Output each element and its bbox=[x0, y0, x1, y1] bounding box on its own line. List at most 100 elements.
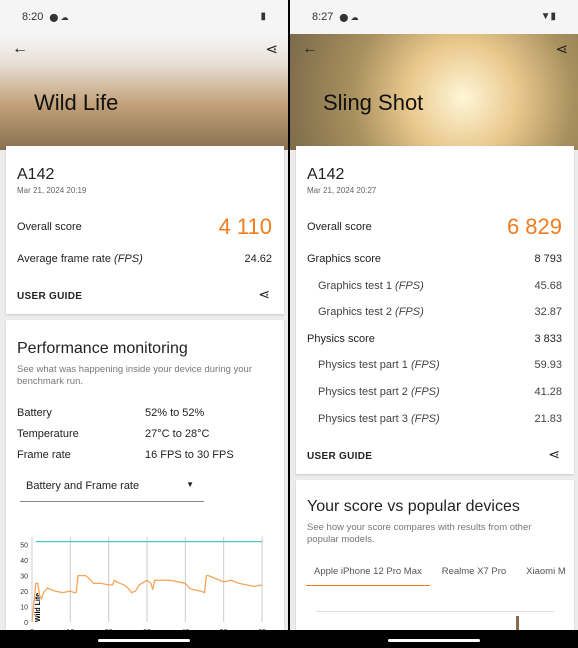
value: 3 833 bbox=[534, 332, 562, 345]
label: Physics test part 3 (FPS) bbox=[318, 413, 440, 425]
label-text: Graphics test 1 bbox=[318, 279, 392, 292]
device-tab[interactable]: Apple iPhone 12 Pro Max bbox=[306, 562, 430, 586]
device-name: A142 bbox=[17, 166, 55, 183]
battery-icon: ▮ bbox=[260, 11, 266, 22]
value: 21.83 bbox=[534, 412, 562, 425]
back-arrow-icon[interactable]: ← bbox=[302, 40, 318, 58]
value: 41.28 bbox=[534, 386, 562, 398]
score-row: Physics test part 1 (FPS) 59.93 bbox=[318, 359, 562, 371]
value: 45.68 bbox=[534, 279, 562, 292]
overall-score: 6 829 bbox=[506, 214, 562, 239]
test-date: Mar 21, 2024 20:27 bbox=[307, 186, 377, 195]
gridline bbox=[316, 611, 554, 612]
section-desc: See how your score compares with results… bbox=[307, 522, 532, 545]
score-row: Graphics test 1 (FPS) 45.68 bbox=[318, 280, 562, 292]
performance-chart: 010203040506001020304050Wild Life bbox=[20, 537, 266, 636]
y-tick-label: 50 bbox=[20, 543, 28, 550]
unit: (FPS) bbox=[410, 386, 440, 398]
perf-row: Frame rate 16 FPS to 30 FPS bbox=[17, 449, 272, 461]
overall-score-row: Overall score 6 829 bbox=[307, 214, 562, 240]
dropdown-value: Battery and Frame rate bbox=[26, 480, 140, 492]
label-text: Physics test part 1 bbox=[318, 359, 408, 372]
label-text: Graphics test 2 bbox=[318, 306, 392, 319]
value: 8 793 bbox=[534, 253, 562, 265]
label: Physics score bbox=[307, 333, 375, 345]
share-icon[interactable]: ⋖ bbox=[548, 446, 560, 463]
value: 16 FPS to 30 FPS bbox=[145, 449, 234, 461]
label: Temperature bbox=[17, 428, 79, 440]
status-bar: 8:20 ⬤ ☁ ▮ bbox=[0, 0, 288, 34]
label: Graphics test 1 (FPS) bbox=[318, 280, 424, 292]
compare-card: Your score vs popular devices See how yo… bbox=[296, 480, 574, 648]
share-icon[interactable]: ⋖ bbox=[555, 40, 568, 58]
unit: (FPS) bbox=[410, 359, 440, 372]
home-handle[interactable] bbox=[98, 639, 190, 642]
y-tick-label: 10 bbox=[20, 605, 28, 612]
chart-type-dropdown[interactable]: Battery and Frame rate ▼ bbox=[20, 480, 204, 502]
y-tick-label: 0 bbox=[24, 620, 28, 627]
label-text: Average frame rate bbox=[17, 253, 111, 265]
score-row: Graphics test 2 (FPS) 32.87 bbox=[318, 306, 562, 318]
wifi-battery-icon: ▼▮ bbox=[540, 11, 556, 22]
value: 59.93 bbox=[534, 359, 562, 372]
score-row: Graphics score 8 793 bbox=[307, 253, 562, 265]
section-title: Performance monitoring bbox=[17, 340, 188, 357]
score-row: Physics test part 3 (FPS) 21.83 bbox=[318, 413, 562, 425]
phone-left: 8:20 ⬤ ☁ ▮ ← ⋖ Wild Life A142 Mar 21, 2024… bbox=[0, 0, 288, 648]
label: Frame rate bbox=[17, 449, 71, 461]
benchmark-title: Wild Life bbox=[34, 90, 119, 115]
user-guide-link[interactable]: USER GUIDE bbox=[307, 451, 372, 462]
score-row: Physics score 3 833 bbox=[307, 333, 562, 345]
label-text: Physics test part 2 bbox=[318, 386, 408, 398]
unit: (FPS) bbox=[395, 279, 424, 292]
value: 24.62 bbox=[244, 253, 272, 265]
notification-icons: ⬤ ☁ bbox=[339, 12, 359, 22]
device-tab[interactable]: Xiaomi M bbox=[518, 562, 574, 585]
label: Overall score bbox=[17, 221, 82, 233]
label-text: Graphics score bbox=[307, 253, 381, 265]
score-row: Physics test part 2 (FPS) 41.28 bbox=[318, 386, 562, 398]
label: Graphics score bbox=[307, 253, 381, 265]
value: 32.87 bbox=[534, 306, 562, 319]
clock: 8:27 bbox=[312, 11, 334, 23]
clock: 8:20 bbox=[22, 11, 44, 23]
nav-bar bbox=[290, 630, 578, 648]
label: Physics test part 1 (FPS) bbox=[318, 359, 440, 371]
y-tick-label: 30 bbox=[20, 574, 28, 581]
value: 27°C to 28°C bbox=[145, 428, 210, 440]
value: 52% to 52% bbox=[145, 407, 205, 419]
y-tick-label: 40 bbox=[20, 558, 28, 565]
unit: (FPS) bbox=[410, 412, 440, 425]
notification-icons: ⬤ ☁ bbox=[49, 12, 69, 22]
section-desc: See what was happening inside your devic… bbox=[17, 364, 253, 387]
user-guide-link[interactable]: USER GUIDE bbox=[17, 291, 82, 302]
overall-score-row: Overall score 4 110 bbox=[17, 214, 272, 240]
label: Physics test part 2 (FPS) bbox=[318, 386, 440, 398]
back-arrow-icon[interactable]: ← bbox=[12, 40, 28, 58]
hero-banner: ← ⋖ Sling Shot bbox=[290, 34, 578, 150]
device-name: A142 bbox=[307, 166, 345, 183]
fps-row: Average frame rate (FPS) 24.62 bbox=[17, 253, 272, 265]
label: Overall score bbox=[307, 221, 372, 233]
hero-banner: ← ⋖ Wild Life bbox=[0, 34, 288, 150]
label: Battery bbox=[17, 407, 52, 419]
benchmark-title: Sling Shot bbox=[323, 90, 424, 115]
phone-right: 8:27 ⬤ ☁ ▼▮ ← ⋖ Sling Shot A142 Mar 21, 20… bbox=[290, 0, 578, 648]
home-handle[interactable] bbox=[388, 639, 480, 642]
device-tab[interactable]: Realme X7 Pro bbox=[434, 562, 514, 585]
label: Average frame rate (FPS) bbox=[17, 253, 143, 265]
label: Graphics test 2 (FPS) bbox=[318, 306, 424, 318]
share-icon[interactable]: ⋖ bbox=[265, 40, 278, 58]
section-title: Your score vs popular devices bbox=[307, 498, 520, 515]
perf-row: Temperature 27°C to 28°C bbox=[17, 428, 272, 440]
nav-bar bbox=[0, 630, 288, 648]
caret-down-icon: ▼ bbox=[186, 480, 194, 489]
test-date: Mar 21, 2024 20:19 bbox=[17, 186, 87, 195]
label-text: Physics test part 3 bbox=[318, 412, 408, 425]
overall-score: 4 110 bbox=[218, 214, 272, 239]
label-text: Physics score bbox=[307, 332, 375, 345]
score-card: A142 Mar 21, 2024 20:27 Overall score 6 8… bbox=[296, 146, 574, 474]
share-icon[interactable]: ⋖ bbox=[258, 286, 270, 303]
perf-row: Battery 52% to 52% bbox=[17, 407, 272, 419]
unit: (FPS) bbox=[114, 253, 143, 265]
